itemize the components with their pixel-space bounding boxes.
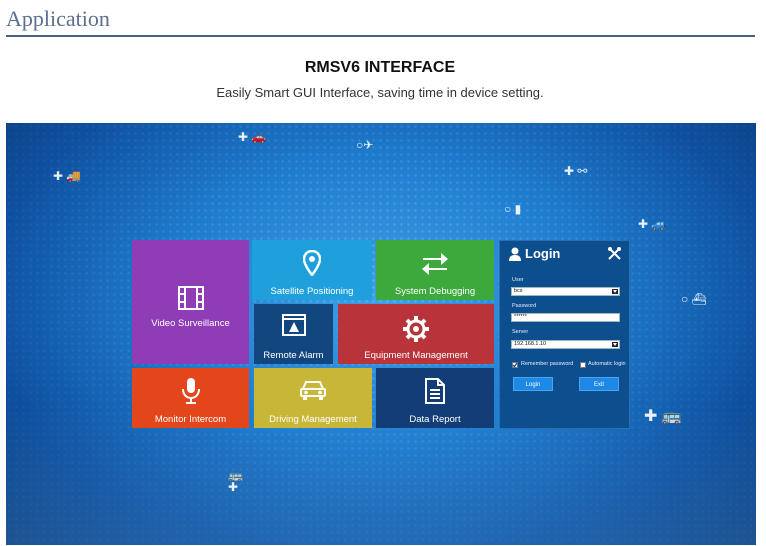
truck-plus-icon: ✚ 🚚	[53, 169, 82, 183]
user-icon	[509, 247, 521, 261]
document-icon	[425, 378, 445, 404]
tile-system-debugging[interactable]: System Debugging	[376, 240, 494, 300]
remember-password-label: Remember password	[521, 361, 574, 367]
car-plus-icon: ✚ 🚗	[238, 130, 267, 144]
tile-video-surveillance[interactable]: Video Surveillance	[132, 240, 249, 364]
tile-driving-management[interactable]: Driving Management	[254, 368, 372, 428]
check-icon	[512, 362, 518, 368]
car-plus-icon-2: ✚ 🚙	[638, 217, 667, 231]
section-title: RMSV6 INTERFACE	[304, 59, 456, 76]
swap-arrows-icon	[422, 253, 448, 275]
password-value: ******	[514, 314, 527, 320]
tile-satellite-positioning[interactable]: Satellite Positioning	[252, 240, 372, 300]
user-select[interactable]: bcs	[511, 287, 620, 296]
page-heading: Application	[6, 6, 110, 31]
password-field[interactable]: ******	[511, 313, 620, 322]
bus-plus-icon-2: 🚌 ✚	[228, 468, 243, 494]
tile-label: Remote Alarm	[263, 350, 324, 361]
tools-icon[interactable]	[608, 247, 621, 260]
heading-divider	[6, 35, 755, 37]
film-icon	[177, 286, 204, 310]
tile-label: Driving Management	[269, 414, 357, 425]
person-icon: ○ ▮	[504, 202, 522, 216]
exit-button[interactable]: Exit	[579, 377, 619, 391]
login-button[interactable]: Login	[513, 377, 553, 391]
tile-label: Monitor Intercom	[154, 414, 227, 425]
tile-monitor-intercom[interactable]: Monitor Intercom	[132, 368, 249, 428]
user-value: bcs	[514, 288, 523, 294]
server-label: Server	[512, 329, 529, 335]
map-pin-icon	[303, 250, 321, 276]
chevron-down-icon[interactable]	[612, 342, 618, 347]
chevron-down-icon[interactable]	[612, 289, 618, 294]
boat-icon: ○ ⛴	[681, 292, 707, 306]
gear-icon	[403, 316, 429, 342]
tile-label: Data Report	[409, 414, 461, 425]
server-value: 192.168.1.10	[514, 341, 547, 347]
microphone-icon	[181, 378, 200, 404]
automatic-login-checkbox[interactable]	[580, 362, 586, 368]
tile-equipment-management[interactable]: Equipment Management	[338, 304, 494, 364]
tile-label: Video Surveillance	[151, 318, 230, 329]
bike-plus-icon: ✚ ⚯	[564, 164, 588, 178]
tile-remote-alarm[interactable]: Remote Alarm	[254, 304, 333, 364]
password-label: Password	[512, 303, 537, 309]
alarm-window-icon	[281, 314, 306, 336]
login-title: Login	[525, 246, 561, 261]
bus-plus-icon: ✚ 🚌	[644, 408, 682, 425]
car-icon	[300, 381, 326, 400]
automatic-login-label: Automatic login	[588, 361, 626, 367]
tile-label: System Debugging	[394, 286, 476, 297]
section-subtitle: Easily Smart GUI Interface, saving time …	[216, 85, 544, 100]
plane-icon: ○✈	[356, 138, 374, 152]
user-label: User	[512, 277, 524, 283]
tile-data-report[interactable]: Data Report	[376, 368, 494, 428]
tile-label: Equipment Management	[364, 350, 468, 361]
remember-password-checkbox[interactable]	[512, 362, 518, 368]
server-select[interactable]: 192.168.1.10	[511, 340, 620, 349]
tile-label: Satellite Positioning	[270, 286, 354, 297]
